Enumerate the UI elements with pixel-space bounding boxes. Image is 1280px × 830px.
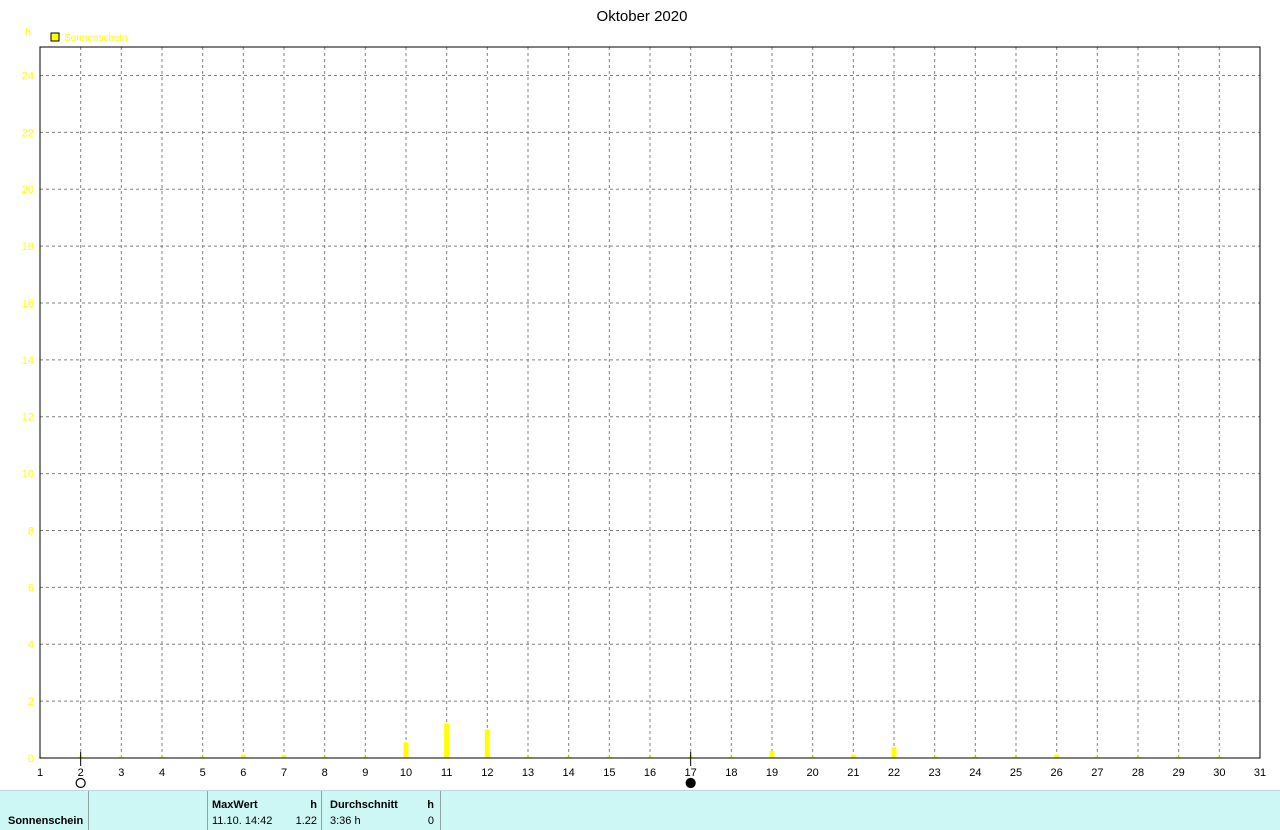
y-tick-label: 12 <box>22 412 34 424</box>
x-tick-label: 31 <box>1254 767 1266 779</box>
y-tick-label: 16 <box>22 298 34 310</box>
x-tick-label: 25 <box>1010 767 1022 779</box>
y-axis-unit: h <box>25 27 31 39</box>
x-tick-label: 20 <box>807 767 819 779</box>
durchschnitt-header: Durchschnitt <box>330 799 398 811</box>
chart-title: Oktober 2020 <box>597 8 688 25</box>
footer-durchschnitt-cell: Durchschnitt h 3:36 h 0 <box>322 791 441 830</box>
x-tick-label: 13 <box>522 767 534 779</box>
durchschnitt-value: 3:36 h <box>330 815 361 827</box>
bar-day-21 <box>850 754 856 758</box>
x-tick-label: 22 <box>888 767 900 779</box>
x-tick-label: 19 <box>766 767 778 779</box>
footer-empty-cell <box>89 791 208 830</box>
y-tick-label: 0 <box>28 753 34 765</box>
x-tick-label: 10 <box>400 767 412 779</box>
legend: Sonnenschein <box>50 32 127 44</box>
x-tick-label: 8 <box>322 767 328 779</box>
x-tick-label: 29 <box>1173 767 1185 779</box>
x-tick-label: 16 <box>644 767 656 779</box>
durchschnitt-unit: h <box>427 799 434 811</box>
footer-series-name: Sonnenschein <box>8 815 84 827</box>
y-tick-labels: 024681012141618202224 <box>22 70 34 765</box>
x-tick-label: 7 <box>281 767 287 779</box>
footer-maxwert-cell: MaxWert h 11.10. 14:42 1.22 <box>208 791 322 830</box>
x-tick-label: 5 <box>200 767 206 779</box>
x-tick-label: 9 <box>362 767 368 779</box>
y-tick-label: 24 <box>22 70 34 82</box>
x-tick-label: 3 <box>118 767 124 779</box>
bar-day-6 <box>240 754 246 758</box>
new-moon-icon <box>685 777 696 789</box>
x-tick-label: 17 <box>685 767 697 779</box>
bar-day-26 <box>1054 754 1060 758</box>
y-tick-label: 4 <box>28 639 34 651</box>
maxwert-time: 11.10. 14:42 <box>212 815 273 827</box>
y-tick-label: 14 <box>22 355 34 367</box>
y-tick-label: 8 <box>28 525 34 537</box>
bar-day-10 <box>403 742 409 758</box>
bar-day-12 <box>484 729 490 758</box>
x-tick-label: 14 <box>563 767 575 779</box>
y-tick-label: 10 <box>22 469 34 481</box>
x-tick-label: 12 <box>481 767 493 779</box>
maxwert-value: 1.22 <box>295 815 317 827</box>
x-tick-label: 15 <box>603 767 615 779</box>
full-moon-icon <box>75 777 86 789</box>
bar-day-19 <box>769 750 775 758</box>
x-tick-label: 26 <box>1051 767 1063 779</box>
y-tick-label: 2 <box>28 696 34 708</box>
y-tick-label: 22 <box>22 127 34 139</box>
x-tick-label: 28 <box>1132 767 1144 779</box>
legend-swatch-sonnenschein <box>50 32 60 42</box>
bars <box>37 723 1222 759</box>
maxwert-unit: h <box>310 799 317 811</box>
y-tick-label: 6 <box>28 582 34 594</box>
y-tick-label: 18 <box>22 241 34 253</box>
x-tick-label: 1 <box>37 767 43 779</box>
x-tick-label: 18 <box>725 767 737 779</box>
statistics-footer: Sonnenschein MaxWert h 11.10. 14:42 1.22… <box>0 790 1280 830</box>
bar-day-22 <box>891 747 897 758</box>
x-tick-label: 11 <box>441 767 452 779</box>
footer-series-cell: Sonnenschein <box>0 791 89 830</box>
x-tick-label: 2 <box>78 767 84 779</box>
durchschnitt-extra: 0 <box>427 815 434 827</box>
x-tick-label: 21 <box>847 767 859 779</box>
x-tick-label: 27 <box>1091 767 1103 779</box>
x-tick-labels: 1 2 3 4 5 6 7 8 9 10 11 12 13 14 15 16 17 18 19 20 21 22 23 24 2… <box>37 767 1266 779</box>
x-tick-label: 4 <box>159 767 165 779</box>
chart: Oktober 2020 h Sonnenschein 024681012141… <box>22 8 1266 789</box>
legend-label-sonnenschein: Sonnenschein <box>64 33 127 44</box>
x-tick-label: 30 <box>1213 767 1225 779</box>
y-tick-label: 20 <box>22 184 34 196</box>
x-tick-label: 24 <box>969 767 981 779</box>
x-tick-label: 23 <box>929 767 941 779</box>
grid <box>40 47 1260 758</box>
bar-day-11 <box>444 723 450 758</box>
maxwert-header: MaxWert <box>212 799 258 811</box>
x-tick-label: 6 <box>240 767 246 779</box>
